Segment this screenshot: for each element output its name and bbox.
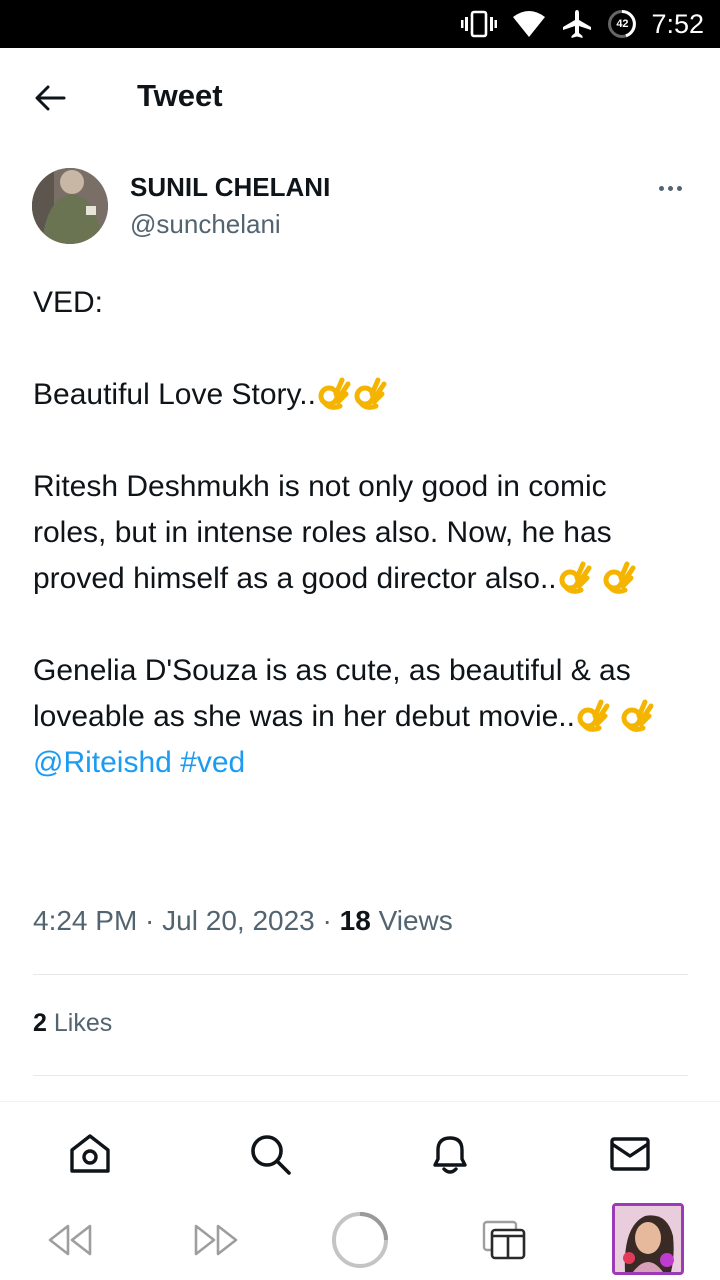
ok-hand-emoji-icon [354,377,387,410]
battery-level: 42 [616,18,629,30]
bottom-nav [0,1101,720,1201]
home-icon [70,1134,110,1173]
status-time: 7:52 [651,8,704,39]
fast-forward-icon [194,1224,238,1256]
tweet-text: VED: Beautiful Love Story.. Ritesh Deshm… [33,280,688,786]
nav-search[interactable] [246,1130,294,1178]
more-horizontal-icon [658,185,664,191]
nav-notifications[interactable] [426,1130,474,1178]
likes-stat[interactable]: 2 Likes [33,1009,112,1038]
tweet-para-ritesh: Ritesh Deshmukh is not only good in comi… [33,464,688,602]
browser-tabs-button[interactable] [474,1210,534,1270]
back-button[interactable] [28,78,72,118]
ok-hand-emoji-icon [577,699,610,732]
profile-thumbnail[interactable] [612,1203,684,1275]
mail-icon [610,1137,650,1171]
nav-messages[interactable] [606,1130,654,1178]
likes-count: 2 [33,1009,47,1037]
tweet-time[interactable]: 4:24 PM [33,905,137,936]
arrow-left-icon [35,85,66,111]
tweet-line-ved: VED: [33,286,104,319]
status-bar: 42 7:52 [0,0,720,48]
ok-hand-emoji-icon [318,377,351,410]
views-count: 18 [339,905,371,936]
hashtag-link[interactable]: #ved [180,746,245,779]
bell-icon [433,1136,467,1174]
author-name[interactable]: SUNIL CHELANI [130,172,330,203]
views-label: Views [378,905,453,936]
ok-hand-emoji-icon [603,561,636,594]
divider [33,1075,688,1076]
airplane-icon [563,10,592,38]
tweet-links: @Riteishd #ved [33,740,688,786]
avatar[interactable] [32,168,108,244]
vibrate-icon [461,10,498,38]
browser-back-button[interactable] [40,1210,100,1270]
mention-link[interactable]: @Riteishd [33,746,172,779]
author-handle[interactable]: @sunchelani [130,209,281,240]
tweet-para-genelia: Genelia D'Souza is as cute, as beautiful… [33,648,688,740]
ok-hand-emoji-icon [621,699,654,732]
tabs-icon [482,1220,526,1260]
rewind-icon [48,1224,92,1256]
tweet-date[interactable]: Jul 20, 2023 [162,905,315,936]
browser-reload-button[interactable] [330,1210,390,1270]
page-title: Tweet [137,78,223,113]
ok-hand-emoji-icon [559,561,592,594]
likes-label: Likes [53,1009,113,1037]
browser-forward-button[interactable] [186,1210,246,1270]
header: Tweet [0,48,720,146]
nav-home[interactable] [66,1130,114,1178]
search-icon [251,1135,291,1175]
tweet-meta: 4:24 PM · Jul 20, 2023 · 18 Views [33,905,453,936]
battery-icon: 42 [607,9,637,39]
tweet-line-story: Beautiful Love Story.. [33,372,688,418]
more-options-button[interactable] [650,176,690,200]
divider [33,974,688,975]
loading-spinner-icon [332,1212,388,1268]
wifi-icon [513,11,546,37]
